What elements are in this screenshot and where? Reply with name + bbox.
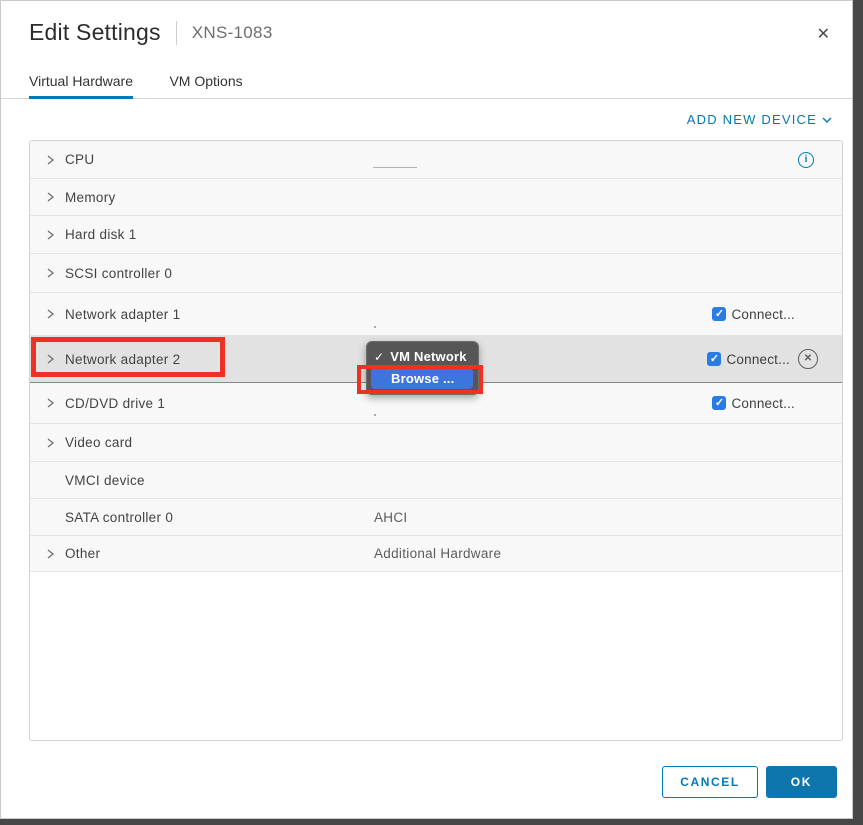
row-label: SCSI controller 0 <box>65 266 172 281</box>
tab-virtual-hardware[interactable]: Virtual Hardware <box>29 73 133 98</box>
chevron-right-icon[interactable] <box>47 268 56 278</box>
row-label: CPU <box>65 152 94 167</box>
row-label: CD/DVD drive 1 <box>65 396 165 411</box>
info-icon[interactable]: i <box>798 152 814 168</box>
cancel-button[interactable]: CANCEL <box>662 766 758 798</box>
add-new-device-label: ADD NEW DEVICE <box>687 112 817 127</box>
hw-row-hard-disk-1[interactable]: Hard disk 1 <box>30 216 842 254</box>
cpu-count-field-underline[interactable] <box>373 167 417 168</box>
hw-row-other[interactable]: Other Additional Hardware <box>30 536 842 572</box>
chevron-right-icon[interactable] <box>47 230 56 240</box>
artifact-dot <box>374 414 376 416</box>
chevron-right-icon[interactable] <box>47 398 56 408</box>
chevron-right-icon[interactable] <box>47 549 56 559</box>
hw-row-network-adapter-1[interactable]: Network adapter 1 ✓ Connect... <box>30 293 842 336</box>
connect-label: Connect... <box>731 307 795 322</box>
row-label: Network adapter 1 <box>65 307 180 322</box>
network-select-dropdown: ✓ VM Network Browse ... <box>366 341 479 395</box>
artifact-dot <box>374 326 376 328</box>
dropdown-item-browse[interactable]: Browse ... <box>371 368 473 389</box>
hw-row-sata-controller-0[interactable]: SATA controller 0 AHCI <box>30 499 842 536</box>
row-label: Network adapter 2 <box>65 352 180 367</box>
chevron-right-icon[interactable] <box>47 354 56 364</box>
connect-control: ✓ Connect... ✕ <box>707 349 818 369</box>
row-label: Memory <box>65 190 116 205</box>
hw-row-vmci-device[interactable]: VMCI device <box>30 462 842 499</box>
ok-button[interactable]: OK <box>766 766 837 798</box>
row-value: AHCI <box>374 510 407 525</box>
list-empty-area <box>30 572 842 740</box>
row-value: Additional Hardware <box>374 546 501 561</box>
dialog-footer: CANCEL OK <box>662 766 837 798</box>
chevron-down-icon <box>822 117 832 123</box>
hw-row-video-card[interactable]: Video card <box>30 424 842 462</box>
connect-label: Connect... <box>726 352 790 367</box>
connect-control: ✓ Connect... <box>712 396 795 411</box>
connect-control: ✓ Connect... <box>712 307 795 322</box>
title-divider <box>176 21 177 45</box>
dropdown-item-label: Browse ... <box>391 371 454 386</box>
chevron-right-icon[interactable] <box>47 155 56 165</box>
active-tab-underline <box>29 96 133 99</box>
edit-settings-dialog: Edit Settings XNS-1083 ✕ Virtual Hardwar… <box>0 0 853 819</box>
connect-checkbox[interactable]: ✓ <box>712 307 726 321</box>
hw-row-scsi-controller-0[interactable]: SCSI controller 0 <box>30 254 842 293</box>
tab-label: Virtual Hardware <box>29 73 133 89</box>
tab-vm-options[interactable]: VM Options <box>169 73 242 98</box>
chevron-right-icon[interactable] <box>47 309 56 319</box>
connect-label: Connect... <box>731 396 795 411</box>
remove-device-icon[interactable]: ✕ <box>798 349 818 369</box>
dialog-title: Edit Settings <box>29 19 161 46</box>
chevron-right-icon[interactable] <box>47 192 56 202</box>
row-label: SATA controller 0 <box>65 510 173 525</box>
connect-checkbox[interactable]: ✓ <box>707 352 721 366</box>
row-label: Other <box>65 546 100 561</box>
chevron-right-icon[interactable] <box>47 438 56 448</box>
dialog-header: Edit Settings XNS-1083 <box>29 19 824 46</box>
add-new-device-button[interactable]: ADD NEW DEVICE <box>687 112 832 127</box>
hardware-list: CPU i Memory Hard disk 1 SCSI controller… <box>29 140 843 741</box>
row-label: Hard disk 1 <box>65 227 137 242</box>
connect-checkbox[interactable]: ✓ <box>712 396 726 410</box>
row-label: VMCI device <box>65 473 145 488</box>
hw-row-memory[interactable]: Memory <box>30 179 842 216</box>
check-icon: ✓ <box>374 350 384 364</box>
dropdown-item-vm-network[interactable]: ✓ VM Network <box>367 346 478 367</box>
vm-name: XNS-1083 <box>192 23 273 43</box>
dropdown-item-label: VM Network <box>390 349 466 364</box>
close-icon[interactable]: ✕ <box>817 27 830 43</box>
hw-row-cpu[interactable]: CPU i <box>30 141 842 179</box>
tab-bar: Virtual Hardware VM Options <box>1 73 852 99</box>
tab-label: VM Options <box>169 73 242 89</box>
row-label: Video card <box>65 435 132 450</box>
